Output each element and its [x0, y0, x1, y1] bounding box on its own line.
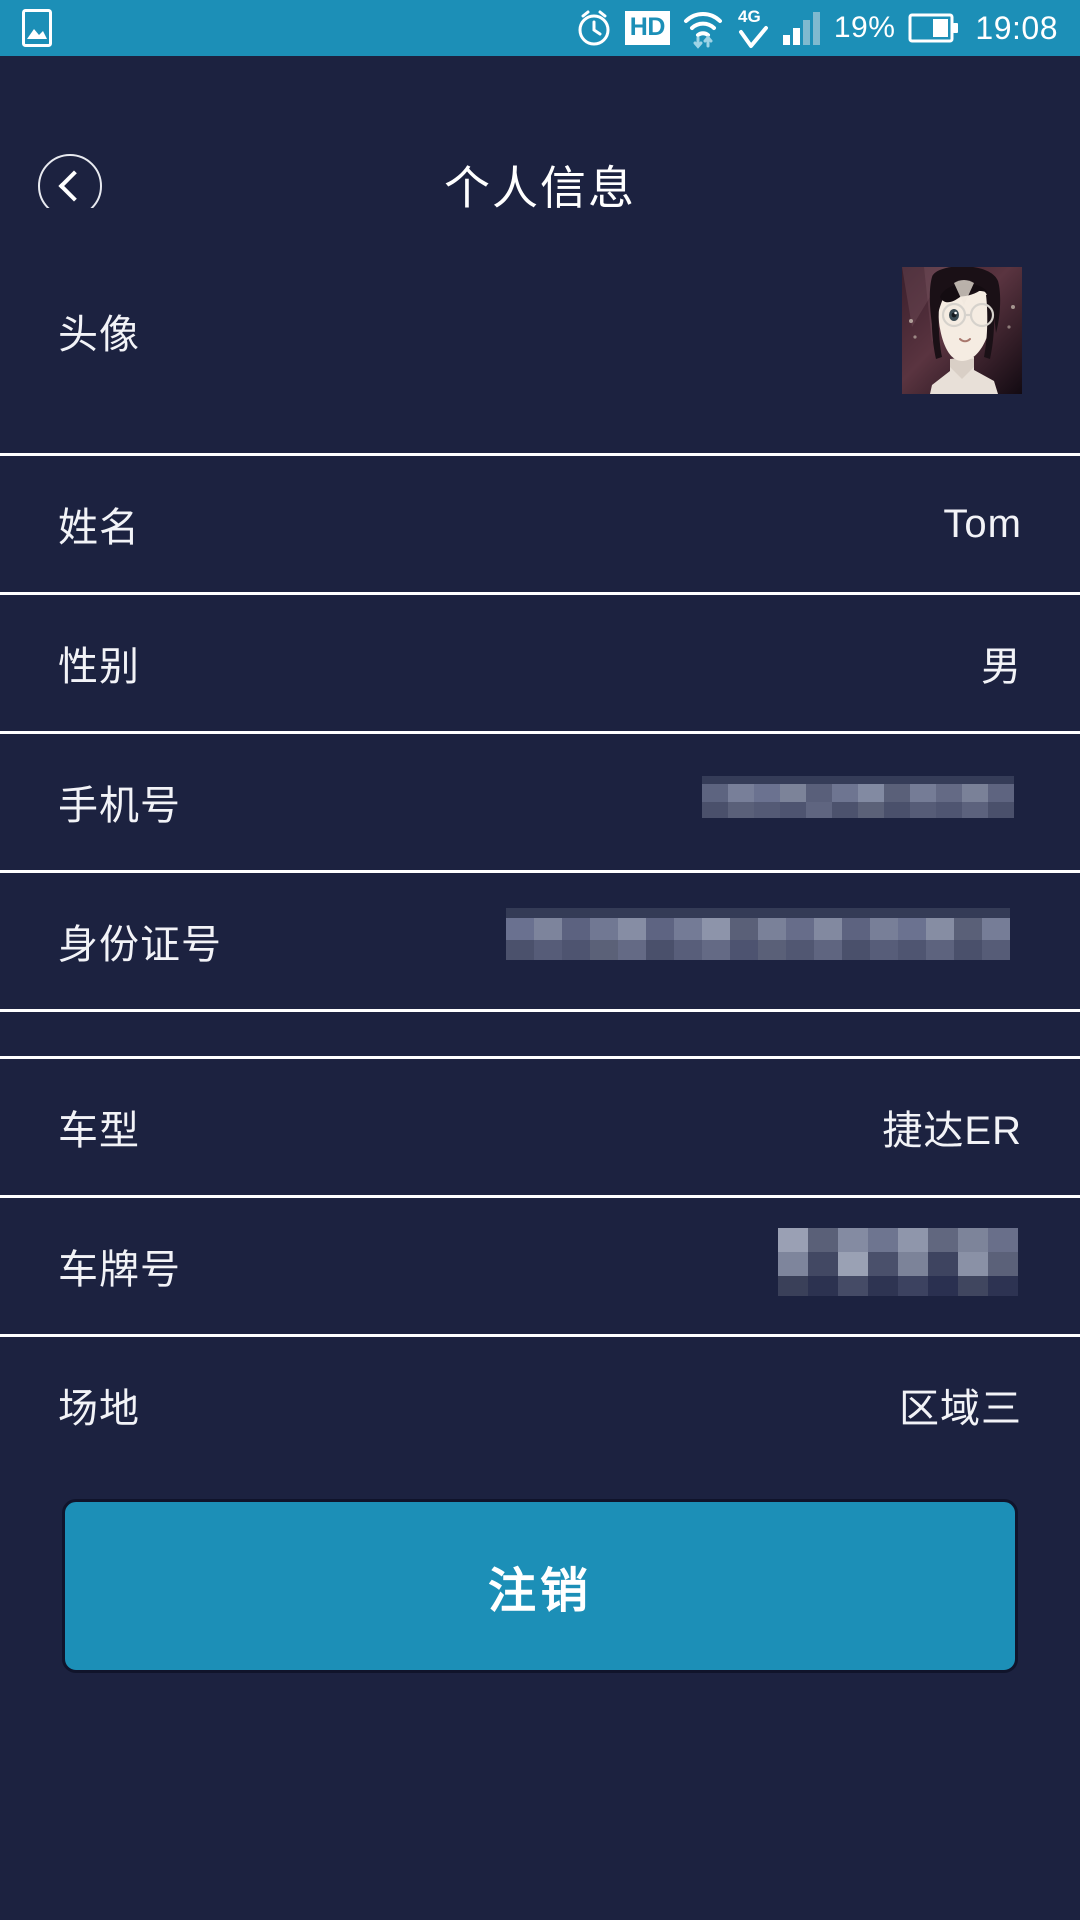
row-label-gender: 性别: [58, 645, 140, 689]
status-bar: HD 4G 19% 19:08: [0, 0, 1080, 56]
row-value-name: Tom: [943, 501, 1022, 546]
row-label-name: 姓名: [58, 506, 140, 550]
row-gender[interactable]: 性别 男: [0, 595, 1080, 731]
row-value-car-model: 捷达ER: [882, 1109, 1022, 1153]
row-label-license-plate: 车牌号: [58, 1248, 181, 1292]
row-label-car-model: 车型: [58, 1109, 140, 1153]
row-venue[interactable]: 场地 区域三: [0, 1337, 1080, 1473]
row-avatar[interactable]: 头像: [0, 208, 1080, 453]
avatar[interactable]: [902, 267, 1022, 394]
logout-button-label: 注销: [487, 1565, 592, 1618]
redacted-license-plate-value: [778, 1227, 1022, 1305]
row-label-avatar: 头像: [58, 312, 140, 357]
svg-text:4G: 4G: [738, 7, 761, 26]
row-name[interactable]: 姓名 Tom: [0, 456, 1080, 592]
section-spacer: [0, 1012, 1080, 1056]
battery-percent-label: 19%: [833, 11, 896, 44]
alarm-clock-icon: [575, 8, 613, 48]
clock-time-label: 19:08: [975, 9, 1058, 46]
battery-icon: [907, 12, 959, 44]
photo-icon: [22, 9, 52, 47]
row-value-gender: 男: [981, 645, 1022, 689]
wifi-data-icon: [682, 7, 724, 49]
status-bar-right: HD 4G 19% 19:08: [575, 6, 1058, 50]
redacted-id-number-value: [506, 907, 1022, 975]
row-id-number[interactable]: 身份证号: [0, 873, 1080, 1009]
row-label-phone: 手机号: [58, 784, 181, 828]
redacted-phone-value: [702, 775, 1022, 829]
row-value-venue: 区域三: [899, 1387, 1022, 1431]
row-car-model[interactable]: 车型 捷达ER: [0, 1059, 1080, 1195]
title-bar: 个人信息: [0, 56, 1080, 218]
signal-bars-icon: [782, 10, 822, 46]
row-label-id-number: 身份证号: [58, 923, 222, 967]
footer-area: 注销: [0, 1473, 1080, 1773]
network-4g-icon: 4G: [736, 6, 770, 50]
row-license-plate[interactable]: 车牌号: [0, 1198, 1080, 1334]
profile-list: 头像 姓名 Tom 性别 男 手机号 身份证号 车型 捷达ER 车牌号 场地 区…: [0, 208, 1080, 1473]
row-label-venue: 场地: [58, 1387, 140, 1431]
row-phone[interactable]: 手机号: [0, 734, 1080, 870]
hd-badge-icon: HD: [624, 11, 670, 45]
logout-button[interactable]: 注销: [62, 1499, 1018, 1673]
status-bar-left: [22, 9, 52, 47]
